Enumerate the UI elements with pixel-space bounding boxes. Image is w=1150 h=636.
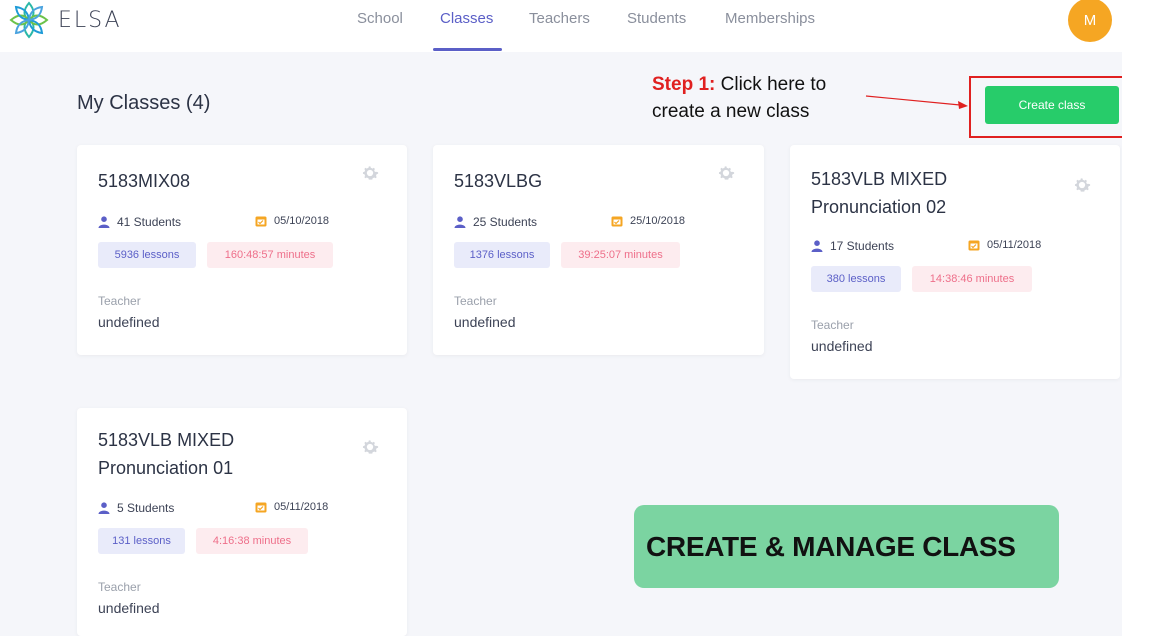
create-manage-banner: CREATE & MANAGE CLASS	[634, 505, 1059, 588]
class-card[interactable]: 5183VLBG 25 Students 25/10/2018 1376 les…	[433, 145, 764, 355]
student-count: 17 Students	[811, 239, 894, 253]
lessons-badge: 380 lessons	[811, 266, 901, 292]
annotation-arrow	[865, 95, 968, 109]
teacher-label: Teacher	[811, 318, 854, 332]
teacher-label: Teacher	[98, 580, 141, 594]
teacher-label: Teacher	[454, 294, 497, 308]
class-name: 5183VLB MIXED Pronunciation 01	[98, 430, 235, 478]
class-card[interactable]: 5183MIX08 41 Students 05/10/2018 5936 le…	[77, 145, 407, 355]
class-date: 25/10/2018	[611, 215, 685, 227]
gear-icon[interactable]	[361, 438, 379, 456]
calendar-icon	[255, 502, 267, 513]
nav-teachers[interactable]: Teachers	[529, 10, 590, 27]
calendar-icon	[968, 240, 980, 251]
teacher-name: undefined	[811, 338, 873, 354]
nav-active-indicator	[433, 48, 502, 51]
user-icon	[811, 240, 823, 252]
class-date-text: 05/11/2018	[274, 501, 329, 513]
lessons-badge: 1376 lessons	[454, 242, 550, 268]
student-count: 41 Students	[98, 215, 181, 229]
user-icon	[454, 216, 466, 228]
minutes-badge: 4:16:38 minutes	[196, 528, 308, 554]
class-date-text: 05/10/2018	[274, 215, 330, 227]
class-date-text: 25/10/2018	[630, 215, 686, 227]
teacher-name: undefined	[98, 314, 160, 330]
step-text-line1: Click here to	[715, 74, 827, 95]
class-date: 05/11/2018	[255, 501, 328, 513]
student-count: 5 Students	[98, 501, 174, 515]
student-count-text: 17 Students	[830, 239, 895, 253]
app-root: ELSA School Classes Teachers Students Me…	[0, 0, 1129, 636]
class-name: 5183MIX08	[98, 171, 191, 191]
right-edge-strip	[1122, 0, 1150, 636]
user-avatar[interactable]: M	[1068, 0, 1112, 42]
gear-icon[interactable]	[361, 164, 379, 182]
student-count-text: 5 Students	[117, 501, 175, 515]
minutes-badge: 14:38:46 minutes	[912, 266, 1032, 292]
page-title: My Classes (4)	[77, 92, 211, 114]
logo-text: ELSA	[58, 7, 122, 33]
class-date: 05/11/2018	[968, 239, 1041, 251]
top-bar: ELSA School Classes Teachers Students Me…	[0, 0, 1122, 52]
lessons-badge: 131 lessons	[98, 528, 185, 554]
step-label: Step 1:	[652, 74, 716, 95]
elsa-logo[interactable]: ELSA	[8, 0, 122, 40]
class-date-text: 05/11/2018	[987, 239, 1042, 251]
nav-classes[interactable]: Classes	[440, 10, 493, 27]
student-count-text: 25 Students	[473, 215, 538, 229]
elsa-logo-icon	[9, 1, 49, 39]
calendar-icon	[255, 216, 267, 227]
teacher-name: undefined	[454, 314, 516, 330]
class-card[interactable]: 5183VLB MIXED Pronunciation 01 5 Student…	[77, 408, 407, 636]
user-icon	[98, 502, 110, 514]
class-date: 05/10/2018	[255, 215, 329, 227]
class-name: 5183VLBG	[454, 171, 543, 191]
nav-school[interactable]: School	[357, 10, 403, 27]
teacher-name: undefined	[98, 600, 160, 616]
user-icon	[98, 216, 110, 228]
student-count-text: 41 Students	[117, 215, 182, 229]
class-name: 5183VLB MIXED Pronunciation 02	[811, 169, 948, 217]
student-count: 25 Students	[454, 215, 537, 229]
nav-memberships[interactable]: Memberships	[725, 10, 815, 27]
nav-students[interactable]: Students	[627, 10, 686, 27]
minutes-badge: 39:25:07 minutes	[561, 242, 680, 268]
gear-icon[interactable]	[1073, 176, 1091, 194]
teacher-label: Teacher	[98, 294, 141, 308]
calendar-icon	[611, 216, 623, 227]
class-card[interactable]: 5183VLB MIXED Pronunciation 02 17 Studen…	[790, 145, 1120, 379]
minutes-badge: 160:48:57 minutes	[207, 242, 333, 268]
create-class-button[interactable]: Create class	[985, 86, 1119, 124]
step-text-line2: create a new class	[652, 101, 810, 122]
lessons-badge: 5936 lessons	[98, 242, 196, 268]
gear-icon[interactable]	[717, 164, 735, 182]
